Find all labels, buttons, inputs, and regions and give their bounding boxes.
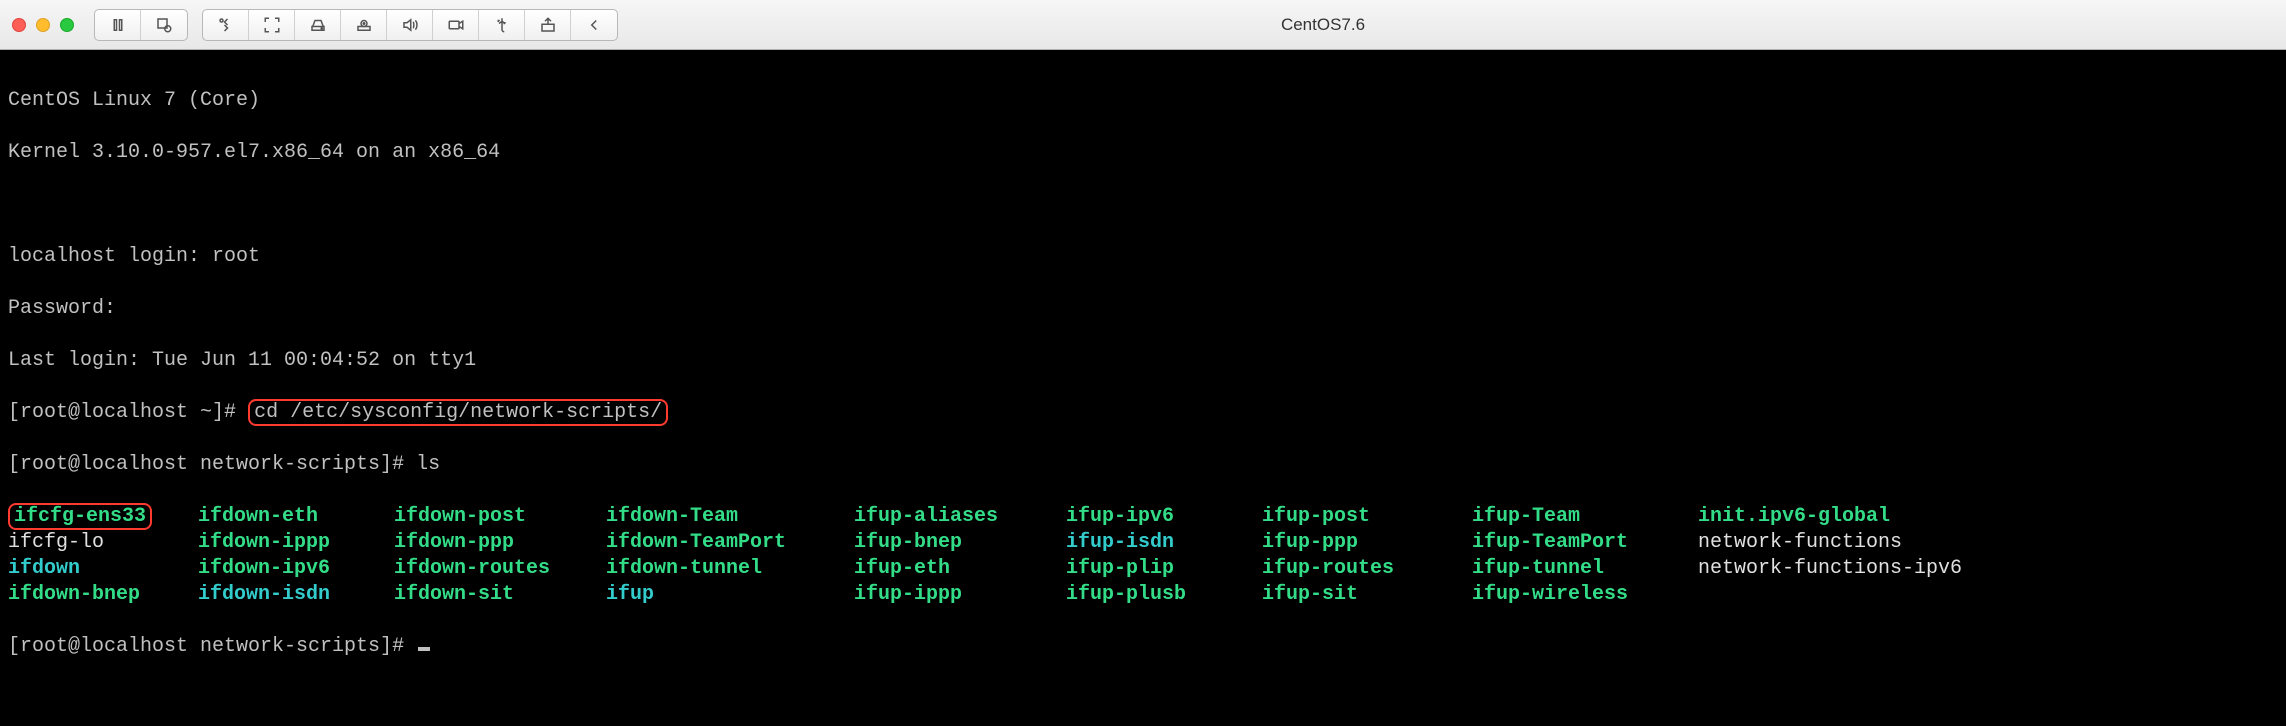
snapshot-button[interactable] [141, 10, 187, 40]
file-entry: ifup-isdn [1066, 530, 1262, 556]
file-entry: network-functions [1698, 530, 2278, 556]
file-entry: ifdown [8, 556, 198, 582]
chevron-left-button[interactable] [571, 10, 617, 40]
minimize-button[interactable] [36, 18, 50, 32]
file-entry: ifup-plusb [1066, 582, 1262, 608]
file-entry: ifup-aliases [854, 504, 1066, 530]
file-entry: ifup-ippp [854, 582, 1066, 608]
file-entry: ifup-Team [1472, 504, 1698, 530]
file-entry: ifup-wireless [1472, 582, 1698, 608]
terminal[interactable]: CentOS Linux 7 (Core) Kernel 3.10.0-957.… [0, 50, 2286, 726]
window-title: CentOS7.6 [632, 15, 2014, 35]
command-highlighted: cd /etc/sysconfig/network-scripts/ [248, 399, 668, 426]
file-entry: ifdown-eth [198, 504, 394, 530]
file-entry: ifdown-isdn [198, 582, 394, 608]
file-entry: ifdown-TeamPort [606, 530, 854, 556]
file-entry: ifdown-post [394, 504, 606, 530]
toolbar-group-main [202, 9, 618, 41]
file-entry: network-functions-ipv6 [1698, 556, 2278, 582]
terminal-line: Kernel 3.10.0-957.el7.x86_64 on an x86_6… [8, 140, 2278, 166]
cd-button[interactable] [341, 10, 387, 40]
file-entry: ifup-plip [1066, 556, 1262, 582]
traffic-lights [12, 18, 74, 32]
file-entry: ifup-sit [1262, 582, 1472, 608]
file-entry [1698, 582, 2278, 608]
file-entry: ifup-tunnel [1472, 556, 1698, 582]
file-entry: ifdown-ippp [198, 530, 394, 556]
file-entry: ifup-TeamPort [1472, 530, 1698, 556]
settings-button[interactable] [203, 10, 249, 40]
prompt: [root@localhost network-scripts]# [8, 453, 404, 476]
terminal-line: CentOS Linux 7 (Core) [8, 88, 2278, 114]
file-entry: ifup [606, 582, 854, 608]
file-entry: ifdown-ppp [394, 530, 606, 556]
file-entry: ifup-ipv6 [1066, 504, 1262, 530]
disk-button[interactable] [295, 10, 341, 40]
file-entry: ifdown-ipv6 [198, 556, 394, 582]
cursor [418, 647, 430, 651]
file-entry: ifdown-routes [394, 556, 606, 582]
usb-button[interactable] [479, 10, 525, 40]
prompt: [root@localhost ~]# [8, 401, 236, 424]
pause-button[interactable] [95, 10, 141, 40]
file-entry: ifup-eth [854, 556, 1066, 582]
file-entry: ifup-ppp [1262, 530, 1472, 556]
terminal-line: Password: [8, 296, 2278, 322]
sound-button[interactable] [387, 10, 433, 40]
terminal-prompt-line: [root@localhost network-scripts]# ls [8, 452, 2278, 478]
file-entry: ifdown-sit [394, 582, 606, 608]
file-entry: ifdown-bnep [8, 582, 198, 608]
share-button[interactable] [525, 10, 571, 40]
terminal-line: localhost login: root [8, 244, 2278, 270]
ls-output: ifcfg-ens33ifdown-ethifdown-postifdown-T… [8, 504, 2278, 608]
terminal-line: Last login: Tue Jun 11 00:04:52 on tty1 [8, 348, 2278, 374]
prompt: [root@localhost network-scripts]# [8, 635, 404, 658]
terminal-prompt-line: [root@localhost network-scripts]# [8, 634, 2278, 660]
toolbar-group-pause [94, 9, 188, 41]
maximize-button[interactable] [60, 18, 74, 32]
file-entry: ifcfg-ens33 [8, 504, 198, 530]
file-entry: ifdown-tunnel [606, 556, 854, 582]
terminal-blank [8, 192, 2278, 218]
command: ls [416, 453, 440, 476]
resize-button[interactable] [249, 10, 295, 40]
file-entry: ifup-post [1262, 504, 1472, 530]
file-entry: ifdown-Team [606, 504, 854, 530]
terminal-prompt-line: [root@localhost ~]# cd /etc/sysconfig/ne… [8, 400, 2278, 426]
file-entry: ifup-bnep [854, 530, 1066, 556]
file-entry: ifcfg-lo [8, 530, 198, 556]
window-titlebar: CentOS7.6 [0, 0, 2286, 50]
file-entry: ifup-routes [1262, 556, 1472, 582]
close-button[interactable] [12, 18, 26, 32]
camera-button[interactable] [433, 10, 479, 40]
file-entry: init.ipv6-global [1698, 504, 2278, 530]
